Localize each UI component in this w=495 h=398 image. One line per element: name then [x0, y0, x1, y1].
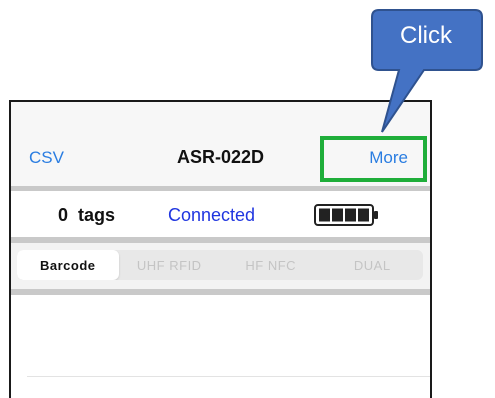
- mode-segmented-control: Barcode UHF RFID HF NFC DUAL: [17, 250, 423, 280]
- segment-uhf-rfid[interactable]: UHF RFID: [119, 250, 221, 280]
- app-screen: CSV ASR-022D More 0 tags Connected Barco…: [9, 100, 432, 398]
- tag-list[interactable]: [11, 295, 430, 398]
- connection-status: Connected: [168, 205, 256, 225]
- tag-count: 0 tags: [58, 205, 115, 226]
- status-row: 0 tags Connected: [11, 191, 430, 237]
- mode-selector-row: Barcode UHF RFID HF NFC DUAL: [11, 243, 430, 289]
- segment-barcode[interactable]: Barcode: [17, 250, 119, 280]
- battery-full-icon: [314, 204, 378, 226]
- callout-label: Click: [400, 22, 452, 49]
- segment-hf-nfc[interactable]: HF NFC: [220, 250, 322, 280]
- screenshot-stage: CSV ASR-022D More 0 tags Connected Barco…: [0, 0, 495, 398]
- list-separator: [27, 376, 430, 377]
- click-callout: [371, 9, 483, 133]
- segment-dual[interactable]: DUAL: [322, 250, 424, 280]
- more-highlight-box: [320, 136, 427, 182]
- tag-count-label: tags: [78, 205, 116, 225]
- csv-button[interactable]: CSV: [29, 148, 64, 168]
- tag-count-value: 0: [58, 205, 69, 225]
